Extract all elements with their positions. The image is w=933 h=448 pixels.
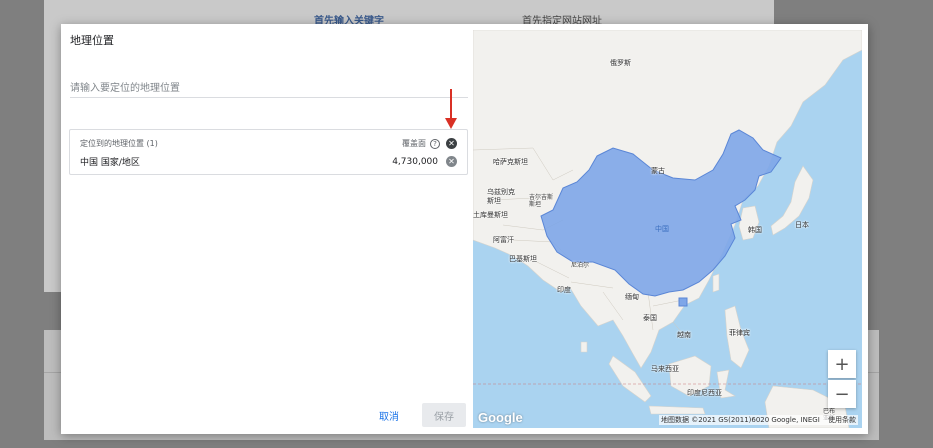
map-view[interactable]: 俄罗斯 哈萨克斯坦 蒙古 乌兹别克 斯坦 吉尔吉斯 斯坦 土库曼斯坦 阿富汗 巴… [473, 30, 862, 428]
red-arrow-annotation [445, 89, 457, 129]
land-java [648, 405, 706, 415]
google-logo: Google [478, 410, 523, 425]
map-label-afghanistan: 阿富汗 [493, 236, 514, 244]
map-label-kazakhstan: 哈萨克斯坦 [493, 158, 528, 166]
save-button[interactable]: 保存 [422, 403, 466, 427]
location-reach: 4,730,000 [392, 156, 438, 167]
dialog-left-panel: 地理位置 定位到的地理位置 (1) 覆盖面 ? ✕ 中国 国家/地区 4,730… [61, 24, 473, 434]
map-label-pakistan: 巴基斯坦 [509, 255, 537, 263]
map-label-india: 印度 [557, 286, 571, 294]
help-icon[interactable]: ? [430, 138, 440, 149]
map-label-turkmenistan: 土库曼斯坦 [473, 211, 508, 219]
map-label-malaysia: 马来西亚 [651, 365, 679, 373]
map-label-mongolia: 蒙古 [651, 167, 665, 175]
map-label-indonesia: 印度尼西亚 [687, 389, 722, 397]
land-sumatra [608, 355, 652, 403]
map-attribution: 地图数据 ©2021 GS(2011)6020 Google, INEGI 使用… [658, 415, 858, 425]
remove-all-icon[interactable]: ✕ [446, 138, 457, 149]
land-taiwan [712, 273, 720, 293]
location-row-china: 中国 国家/地区 4,730,000 ✕ [80, 155, 457, 168]
location-name: 中国 国家/地区 [80, 158, 140, 168]
terms-link[interactable]: 使用条款 [828, 416, 856, 424]
map-label-myanmar: 缅甸 [625, 293, 639, 301]
map-label-kyrgyzstan: 吉尔吉斯 斯坦 [529, 194, 554, 208]
map-label-china: 中国 [655, 225, 669, 233]
map-label-thailand: 泰国 [643, 314, 657, 322]
map-label-vietnam: 越南 [677, 331, 691, 339]
cancel-button[interactable]: 取消 [379, 408, 399, 423]
remove-location-icon[interactable]: ✕ [446, 156, 457, 167]
zoom-in-button[interactable]: + [828, 350, 856, 378]
map-label-uzbekistan: 乌兹别克 斯坦 [487, 188, 515, 205]
map-label-russia: 俄罗斯 [610, 59, 631, 67]
map-label-korea: 韩国 [748, 226, 762, 234]
location-search-input[interactable] [70, 80, 468, 98]
reach-label: 覆盖面 [402, 139, 426, 148]
attribution-text: 地图数据 ©2021 GS(2011)6020 Google, INEGI [660, 416, 820, 424]
location-dialog: 地理位置 定位到的地理位置 (1) 覆盖面 ? ✕ 中国 国家/地区 4,730… [61, 24, 868, 434]
map-label-philippines: 菲律宾 [729, 329, 750, 337]
targeted-locations-box: 定位到的地理位置 (1) 覆盖面 ? ✕ 中国 国家/地区 4,730,000 … [69, 129, 468, 175]
hainan-highlight [678, 297, 688, 307]
map-label-nepal: 尼泊尔 [571, 262, 590, 269]
land-srilanka [580, 341, 588, 353]
dialog-title: 地理位置 [70, 34, 114, 47]
targeted-header: 定位到的地理位置 (1) [80, 139, 158, 148]
zoom-out-button[interactable]: − [828, 380, 856, 408]
targeted-header-row: 定位到的地理位置 (1) 覆盖面 ? ✕ [80, 138, 457, 149]
map-label-japan: 日本 [795, 221, 809, 229]
